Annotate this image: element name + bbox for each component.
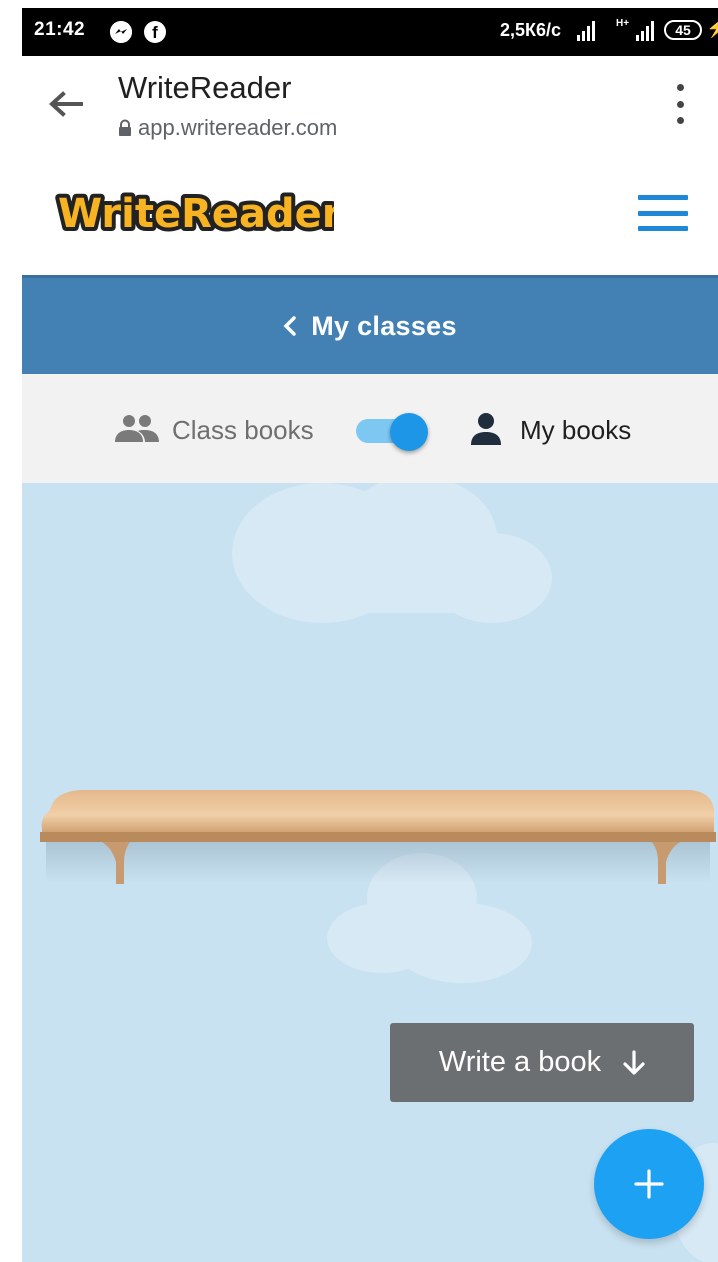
kebab-dot <box>676 117 684 124</box>
my-classes-bar[interactable]: My classes <box>22 275 718 374</box>
switch-knob <box>390 413 428 451</box>
page-title: WriteReader <box>118 70 292 105</box>
menu-line <box>638 210 688 216</box>
signal-icon <box>577 21 597 43</box>
battery-icon: 45 <box>664 20 702 40</box>
empty-bookshelf <box>40 790 716 884</box>
write-a-book-label: Write a book <box>438 1046 602 1078</box>
books-toggle-switch[interactable] <box>356 413 428 451</box>
messenger-icon <box>110 21 132 43</box>
my-classes-label: My classes <box>311 310 457 341</box>
arrow-down-icon <box>623 1049 645 1075</box>
back-button[interactable] <box>48 86 84 122</box>
writereader-logo[interactable]: WriteReader <box>54 181 334 245</box>
write-a-book-tooltip: Write a book <box>390 1023 694 1102</box>
more-options-button[interactable] <box>668 84 692 124</box>
my-books-label[interactable]: My books <box>520 415 631 446</box>
app-header: WriteReader <box>22 151 718 275</box>
person-icon[interactable] <box>470 412 502 446</box>
network-speed: 2,5К6/с <box>500 20 562 40</box>
kebab-dot <box>676 100 684 108</box>
menu-line <box>638 226 688 231</box>
browser-toolbar: WriteReader app.writereader.com <box>22 56 718 152</box>
site-url: app.writereader.com <box>138 115 338 140</box>
phone-screen: 21:42 f 2,5К6/с H+ 45 ⚡ WriteReader app.… <box>22 8 718 1262</box>
menu-line <box>638 195 688 200</box>
books-toggle-bar: Class books My books <box>22 374 718 483</box>
arrow-left-icon <box>49 91 83 117</box>
signal-icon-2 <box>636 21 656 43</box>
class-books-label[interactable]: Class books <box>172 415 314 446</box>
group-icon[interactable] <box>114 414 160 444</box>
chevron-left-icon <box>283 316 296 336</box>
facebook-icon: f <box>144 21 166 43</box>
lock-icon <box>119 119 131 136</box>
network-type: H+ <box>616 18 630 29</box>
kebab-dot <box>676 84 684 91</box>
plus-icon <box>634 1169 664 1199</box>
url-display[interactable]: app.writereader.com <box>118 115 337 141</box>
status-bar: 21:42 f 2,5К6/с H+ 45 ⚡ <box>22 8 718 56</box>
svg-text:WriteReader: WriteReader <box>58 191 334 237</box>
status-time: 21:42 <box>34 19 86 40</box>
add-book-fab[interactable] <box>594 1129 704 1239</box>
charging-icon: ⚡ <box>706 18 718 38</box>
hamburger-menu-button[interactable] <box>638 195 688 231</box>
